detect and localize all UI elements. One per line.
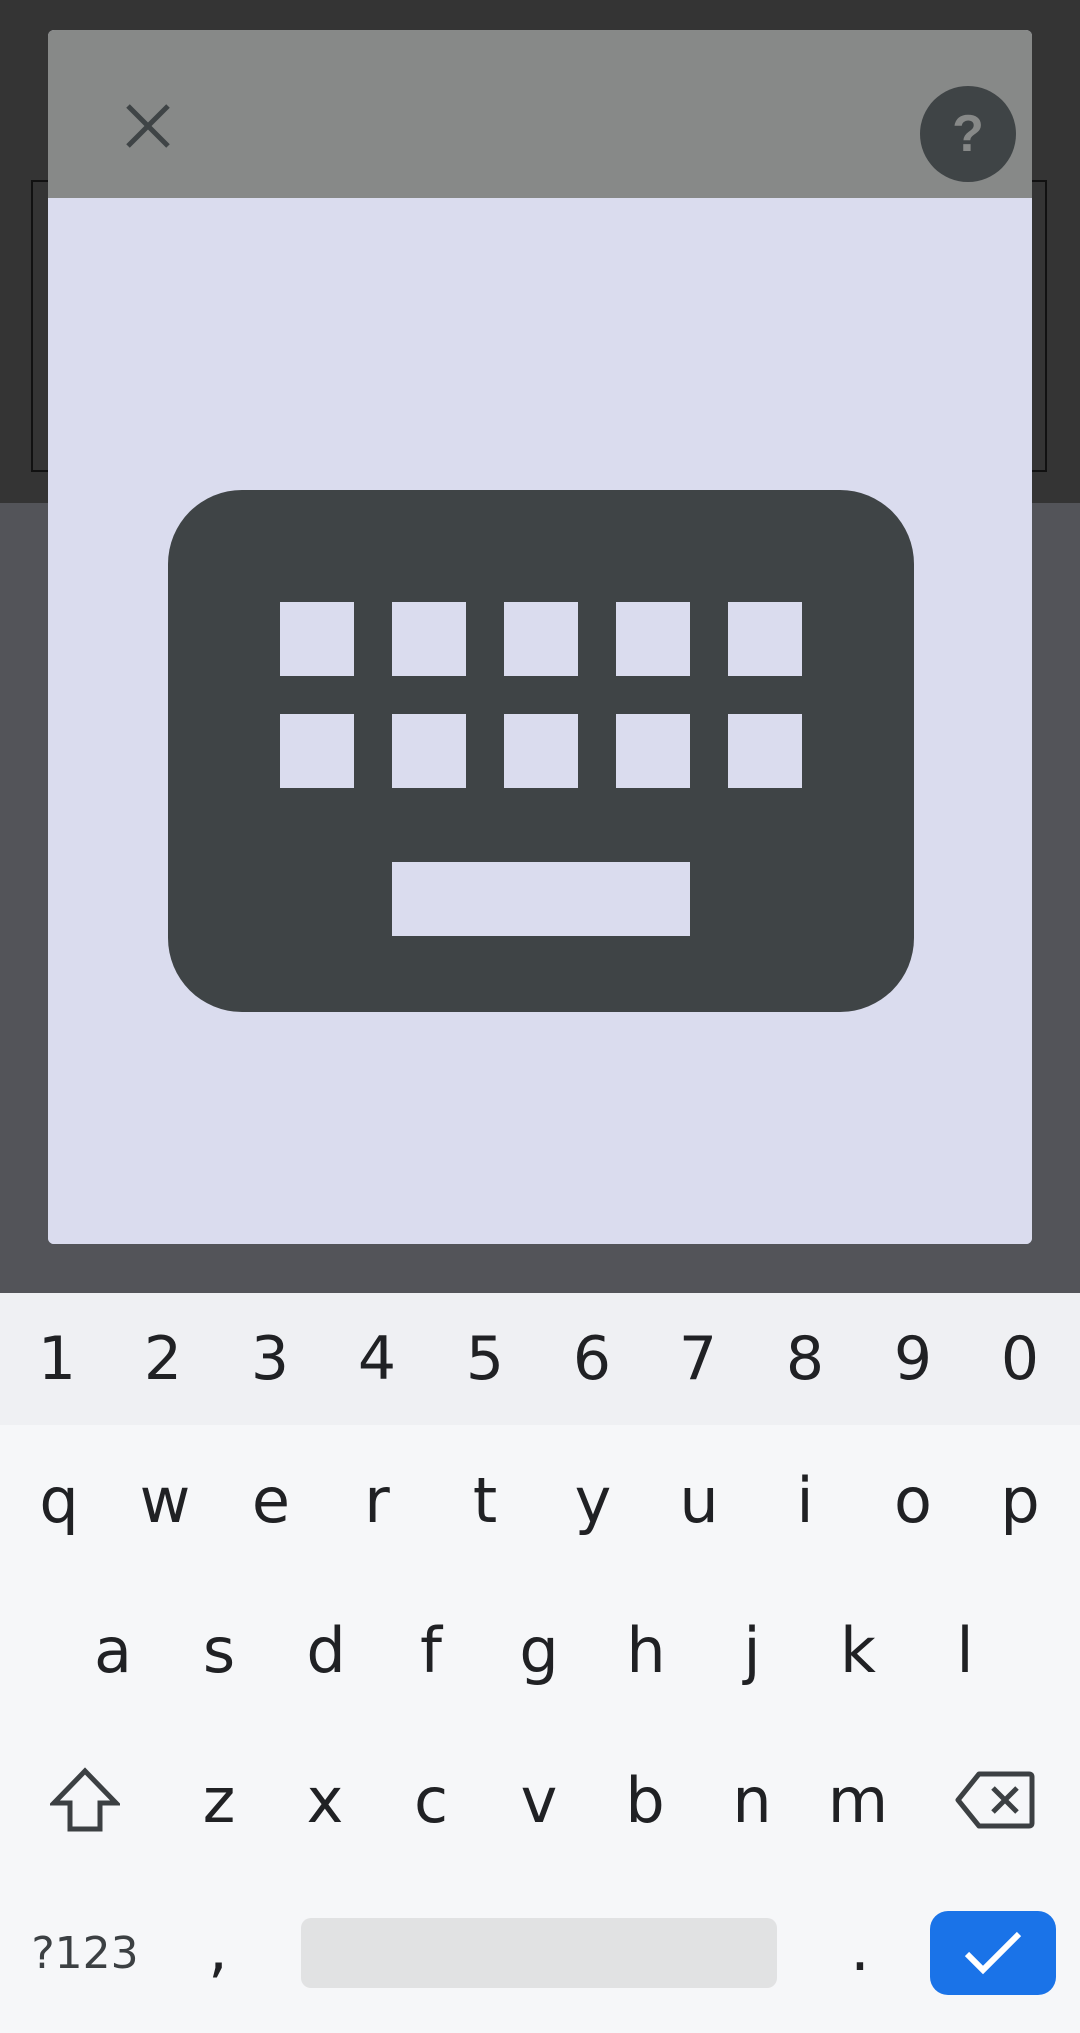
backspace-icon bbox=[955, 1771, 1035, 1829]
key-f[interactable]: f bbox=[378, 1575, 484, 1725]
key-e[interactable]: e bbox=[218, 1425, 324, 1575]
key-9[interactable]: 9 bbox=[860, 1293, 966, 1425]
period-key[interactable]: . bbox=[810, 1883, 910, 2013]
enter-key[interactable] bbox=[930, 1911, 1056, 1995]
key-s[interactable]: s bbox=[166, 1575, 272, 1725]
key-k[interactable]: k bbox=[805, 1575, 911, 1725]
key-d[interactable]: d bbox=[273, 1575, 379, 1725]
key-8[interactable]: 8 bbox=[752, 1293, 858, 1425]
key-t[interactable]: t bbox=[432, 1425, 538, 1575]
key-i[interactable]: i bbox=[752, 1425, 858, 1575]
key-w[interactable]: w bbox=[112, 1425, 218, 1575]
key-6[interactable]: 6 bbox=[539, 1293, 645, 1425]
svg-text:?: ? bbox=[952, 105, 984, 163]
keyboard-icon bbox=[168, 490, 914, 1012]
close-button[interactable] bbox=[108, 86, 188, 166]
key-y[interactable]: y bbox=[540, 1425, 646, 1575]
dialog-header: ? bbox=[48, 30, 1032, 198]
key-3[interactable]: 3 bbox=[217, 1293, 323, 1425]
key-5[interactable]: 5 bbox=[432, 1293, 538, 1425]
shift-key[interactable] bbox=[30, 1725, 140, 1875]
key-x[interactable]: x bbox=[272, 1725, 378, 1875]
key-u[interactable]: u bbox=[646, 1425, 752, 1575]
help-button[interactable]: ? bbox=[918, 84, 1018, 184]
number-row: 1 2 3 4 5 6 7 8 9 0 bbox=[0, 1293, 1080, 1425]
symbols-key[interactable]: ?123 bbox=[20, 1893, 150, 2013]
key-n[interactable]: n bbox=[699, 1725, 805, 1875]
key-7[interactable]: 7 bbox=[645, 1293, 751, 1425]
comma-key[interactable]: , bbox=[168, 1883, 268, 2013]
key-1[interactable]: 1 bbox=[4, 1293, 110, 1425]
key-r[interactable]: r bbox=[324, 1425, 430, 1575]
key-j[interactable]: j bbox=[699, 1575, 805, 1725]
key-c[interactable]: c bbox=[378, 1725, 484, 1875]
key-h[interactable]: h bbox=[593, 1575, 699, 1725]
space-key[interactable] bbox=[301, 1918, 777, 1988]
key-b[interactable]: b bbox=[592, 1725, 698, 1875]
key-4[interactable]: 4 bbox=[324, 1293, 430, 1425]
key-m[interactable]: m bbox=[805, 1725, 911, 1875]
key-2[interactable]: 2 bbox=[110, 1293, 216, 1425]
key-v[interactable]: v bbox=[486, 1725, 592, 1875]
key-q[interactable]: q bbox=[6, 1425, 112, 1575]
soft-keyboard: 1 2 3 4 5 6 7 8 9 0 q w e r t y u i o p … bbox=[0, 1293, 1080, 2033]
keyboard-info-dialog: ? bbox=[48, 30, 1032, 1244]
shift-icon bbox=[50, 1767, 120, 1832]
backspace-key[interactable] bbox=[940, 1725, 1050, 1875]
help-icon: ? bbox=[920, 86, 1016, 182]
close-icon bbox=[126, 104, 170, 148]
key-0[interactable]: 0 bbox=[967, 1293, 1073, 1425]
key-z[interactable]: z bbox=[166, 1725, 272, 1875]
checkmark-icon bbox=[964, 1931, 1022, 1975]
key-o[interactable]: o bbox=[860, 1425, 966, 1575]
key-g[interactable]: g bbox=[486, 1575, 592, 1725]
key-l[interactable]: l bbox=[912, 1575, 1018, 1725]
dialog-body bbox=[48, 198, 1032, 1244]
key-p[interactable]: p bbox=[967, 1425, 1073, 1575]
key-a[interactable]: a bbox=[60, 1575, 166, 1725]
